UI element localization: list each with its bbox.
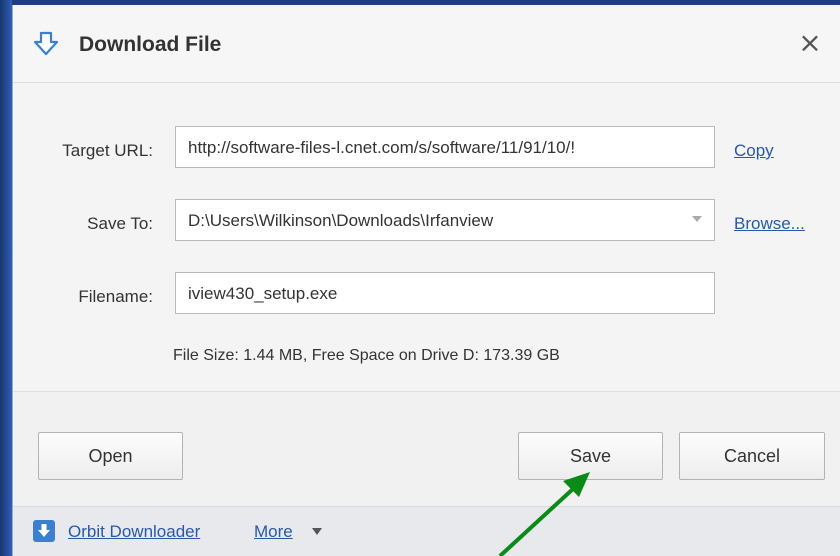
orbit-download-icon: [33, 520, 55, 542]
save-to-label: Save To:: [87, 214, 153, 233]
dialog-footer: Orbit Downloader More: [13, 506, 840, 556]
open-button[interactable]: Open: [38, 432, 183, 480]
copy-link[interactable]: Copy: [734, 141, 774, 161]
dialog-title: Download File: [79, 33, 222, 56]
orbit-downloader-link[interactable]: Orbit Downloader: [68, 522, 200, 542]
download-arrow-icon: [33, 31, 59, 56]
button-bar: Open Save Cancel: [13, 391, 840, 506]
filename-input[interactable]: iview430_setup.exe: [175, 272, 715, 314]
save-to-dropdown[interactable]: D:\Users\Wilkinson\Downloads\Irfanview: [175, 199, 715, 241]
save-to-value: D:\Users\Wilkinson\Downloads\Irfanview: [188, 211, 494, 230]
save-button[interactable]: Save: [518, 432, 663, 480]
triangle-down-icon[interactable]: [312, 528, 322, 535]
cancel-button[interactable]: Cancel: [679, 432, 825, 480]
dialog-titlebar: Download File ×: [13, 5, 840, 83]
file-size-info: File Size: 1.44 MB, Free Space on Drive …: [173, 347, 560, 364]
close-icon[interactable]: ×: [796, 29, 824, 57]
desktop-background: [0, 0, 12, 556]
target-url-label: Target URL:: [62, 141, 153, 160]
download-file-dialog: Download File × Target URL: http://softw…: [12, 5, 840, 556]
more-link[interactable]: More: [254, 522, 293, 542]
browse-link[interactable]: Browse...: [734, 214, 805, 234]
dropdown-arrow-icon[interactable]: [692, 216, 702, 222]
filename-label: Filename:: [78, 287, 153, 306]
target-url-field[interactable]: http://software-files-l.cnet.com/s/softw…: [175, 126, 715, 168]
